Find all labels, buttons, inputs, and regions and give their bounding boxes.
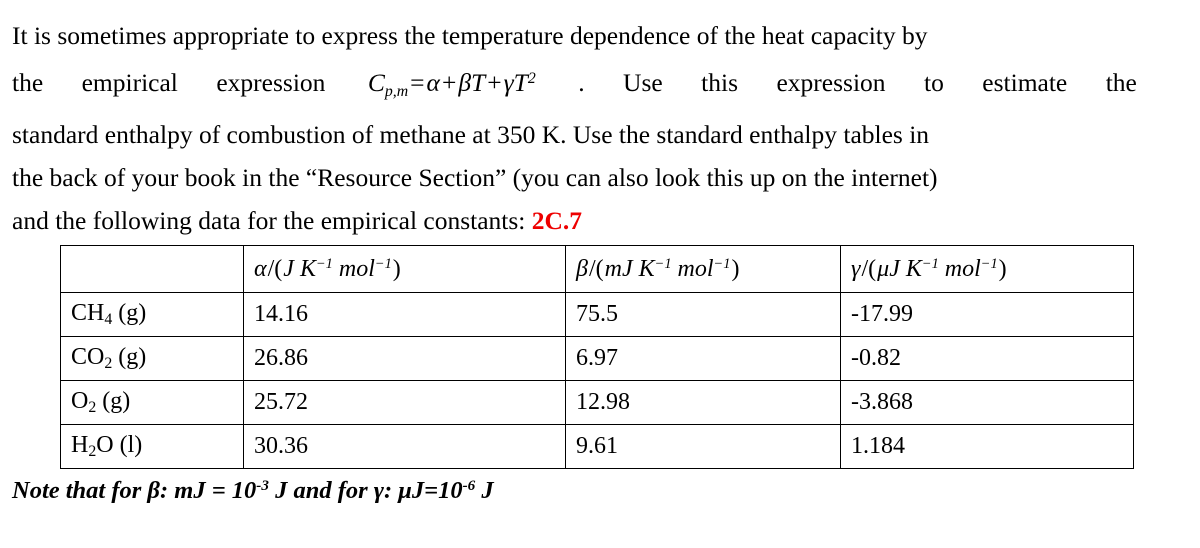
- cell-gamma-value: -17.99: [840, 292, 1134, 337]
- formula-symbol-c: C: [367, 68, 385, 98]
- alpha-k-exponent: −1: [315, 255, 333, 272]
- line2-word-estimate: estimate: [982, 68, 1068, 98]
- formula-exponent-2: 2: [527, 70, 536, 87]
- species-state: O (l): [96, 432, 143, 459]
- line2-word-use: Use: [623, 68, 663, 98]
- gamma-k-exponent: −1: [921, 255, 939, 272]
- table-body: CH4 (g) 14.16 75.5 -17.99 CO2 (g) 26.86 …: [60, 292, 1134, 469]
- beta-k-exponent: −1: [654, 255, 672, 272]
- paragraph-line-5: and the following data for the empirical…: [12, 199, 1137, 242]
- gamma-unit-k: K: [905, 255, 922, 282]
- cell-beta-value: 6.97: [565, 336, 841, 381]
- alpha-symbol: α: [254, 255, 267, 282]
- table-header-row: α/(J K−1 mol−1) β/(mJ K−1 mol−1) γ/(μJ K…: [60, 245, 1134, 293]
- species-formula-main: O: [71, 388, 89, 415]
- header-cell-beta: β/(mJ K−1 mol−1): [565, 245, 841, 293]
- species-state: (g): [112, 344, 147, 371]
- cell-alpha-value: 14.16: [243, 292, 566, 337]
- beta-unit-mol: mol: [677, 255, 714, 282]
- formula-t-2: T: [513, 68, 528, 98]
- problem-statement: It is sometimes appropriate to express t…: [12, 14, 1137, 242]
- header-cell-species: [60, 245, 244, 293]
- cell-species-name: CH4 (g): [60, 292, 244, 337]
- cell-gamma-value: 1.184: [840, 424, 1134, 469]
- gamma-close-paren: ): [998, 255, 1007, 282]
- note-exponent-1: -3: [256, 477, 269, 495]
- formula-equals: =: [410, 68, 425, 98]
- alpha-mol-exponent: −1: [374, 255, 392, 272]
- alpha-unit-label: α/(J K−1 mol−1): [254, 256, 402, 282]
- line2-word-to: to: [923, 68, 944, 98]
- formula-subscript-pm: p,m: [384, 82, 409, 100]
- line2-word-expression-2: expression: [776, 68, 886, 98]
- gamma-mol-exponent: −1: [980, 255, 998, 272]
- table-row: CO2 (g) 26.86 6.97 -0.82: [60, 336, 1134, 381]
- cell-species-name: O2 (g): [60, 380, 244, 425]
- cell-species-name: CO2 (g): [60, 336, 244, 381]
- cell-beta-value: 75.5: [565, 292, 841, 337]
- cell-alpha-value: 30.36: [243, 424, 566, 469]
- beta-close-paren: ): [731, 255, 740, 282]
- formula-alpha: α: [426, 68, 440, 98]
- species-state: (g): [96, 388, 131, 415]
- unit-conversion-note: Note that for β: mJ = 10-3 J and for γ: …: [12, 477, 494, 505]
- paragraph-line-4: the back of your book in the “Resource S…: [12, 162, 938, 192]
- problem-reference-badge: 2C.7: [531, 205, 583, 235]
- heat-capacity-formula: Cp,m=α+βT+γT2: [364, 57, 540, 113]
- line2-word-empirical: empirical: [81, 68, 178, 98]
- cell-gamma-value: -0.82: [840, 336, 1134, 381]
- cell-species-name: H2O (l): [60, 424, 244, 469]
- alpha-unit-j: J: [283, 255, 294, 282]
- alpha-slash: /(: [267, 255, 283, 282]
- gamma-unit-mol: mol: [944, 255, 981, 282]
- beta-slash: /(: [588, 255, 604, 282]
- note-part-1: Note that for β: mJ = 10: [12, 477, 257, 504]
- table-row: H2O (l) 30.36 9.61 1.184: [60, 424, 1134, 469]
- alpha-unit-mol: mol: [338, 255, 375, 282]
- beta-unit-label: β/(mJ K−1 mol−1): [576, 256, 740, 282]
- formula-t-1: T: [471, 68, 486, 98]
- alpha-close-paren: ): [392, 255, 401, 282]
- formula-beta: β: [458, 68, 472, 98]
- formula-plus-1: +: [441, 68, 457, 98]
- beta-symbol: β: [576, 255, 588, 282]
- table-row: O2 (g) 25.72 12.98 -3.868: [60, 380, 1134, 425]
- line2-word-expression: expression: [216, 68, 326, 98]
- beta-unit-k: K: [638, 255, 655, 282]
- cell-gamma-value: -3.868: [840, 380, 1134, 425]
- beta-mol-exponent: −1: [713, 255, 731, 272]
- paragraph-line-1: It is sometimes appropriate to express t…: [12, 21, 928, 50]
- cell-alpha-value: 25.72: [243, 380, 566, 425]
- paragraph-line-2: the empirical expression Cp,m=α+βT+γT2 .…: [12, 57, 1137, 113]
- alpha-unit-k: K: [299, 255, 316, 282]
- line2-period: .: [578, 68, 585, 98]
- line2-word-the-2: the: [1105, 68, 1137, 98]
- species-formula-main: CO: [71, 344, 105, 371]
- cell-beta-value: 12.98: [565, 380, 841, 425]
- table-header: α/(J K−1 mol−1) β/(mJ K−1 mol−1) γ/(μJ K…: [60, 245, 1134, 293]
- note-part-2: J and for γ: μJ=10: [268, 477, 463, 504]
- cell-beta-value: 9.61: [565, 424, 841, 469]
- empirical-constants-table: α/(J K−1 mol−1) β/(mJ K−1 mol−1) γ/(μJ K…: [60, 245, 1134, 469]
- table-row: CH4 (g) 14.16 75.5 -17.99: [60, 292, 1134, 337]
- paragraph-line-3: standard enthalpy of combustion of metha…: [12, 119, 930, 149]
- species-formula-main: H: [71, 432, 89, 459]
- line2-word-the: the: [12, 68, 44, 98]
- formula-gamma: γ: [503, 68, 514, 98]
- note-part-3: J: [475, 477, 494, 504]
- gamma-unit-label: γ/(μJ K−1 mol−1): [851, 256, 1008, 282]
- line2-word-this: this: [701, 68, 739, 98]
- gamma-unit-j: μJ: [877, 255, 900, 282]
- header-cell-gamma: γ/(μJ K−1 mol−1): [840, 245, 1134, 293]
- header-cell-alpha: α/(J K−1 mol−1): [243, 245, 566, 293]
- note-exponent-2: -6: [462, 477, 476, 495]
- formula-plus-2: +: [487, 68, 502, 98]
- document-page: It is sometimes appropriate to express t…: [0, 0, 1200, 548]
- beta-unit-j: mJ: [604, 255, 633, 282]
- gamma-slash: /(: [861, 255, 877, 282]
- species-formula-main: CH: [71, 300, 105, 327]
- cell-alpha-value: 26.86: [243, 336, 566, 381]
- line5-text: and the following data for the empirical…: [12, 205, 526, 235]
- species-state: (g): [112, 300, 147, 327]
